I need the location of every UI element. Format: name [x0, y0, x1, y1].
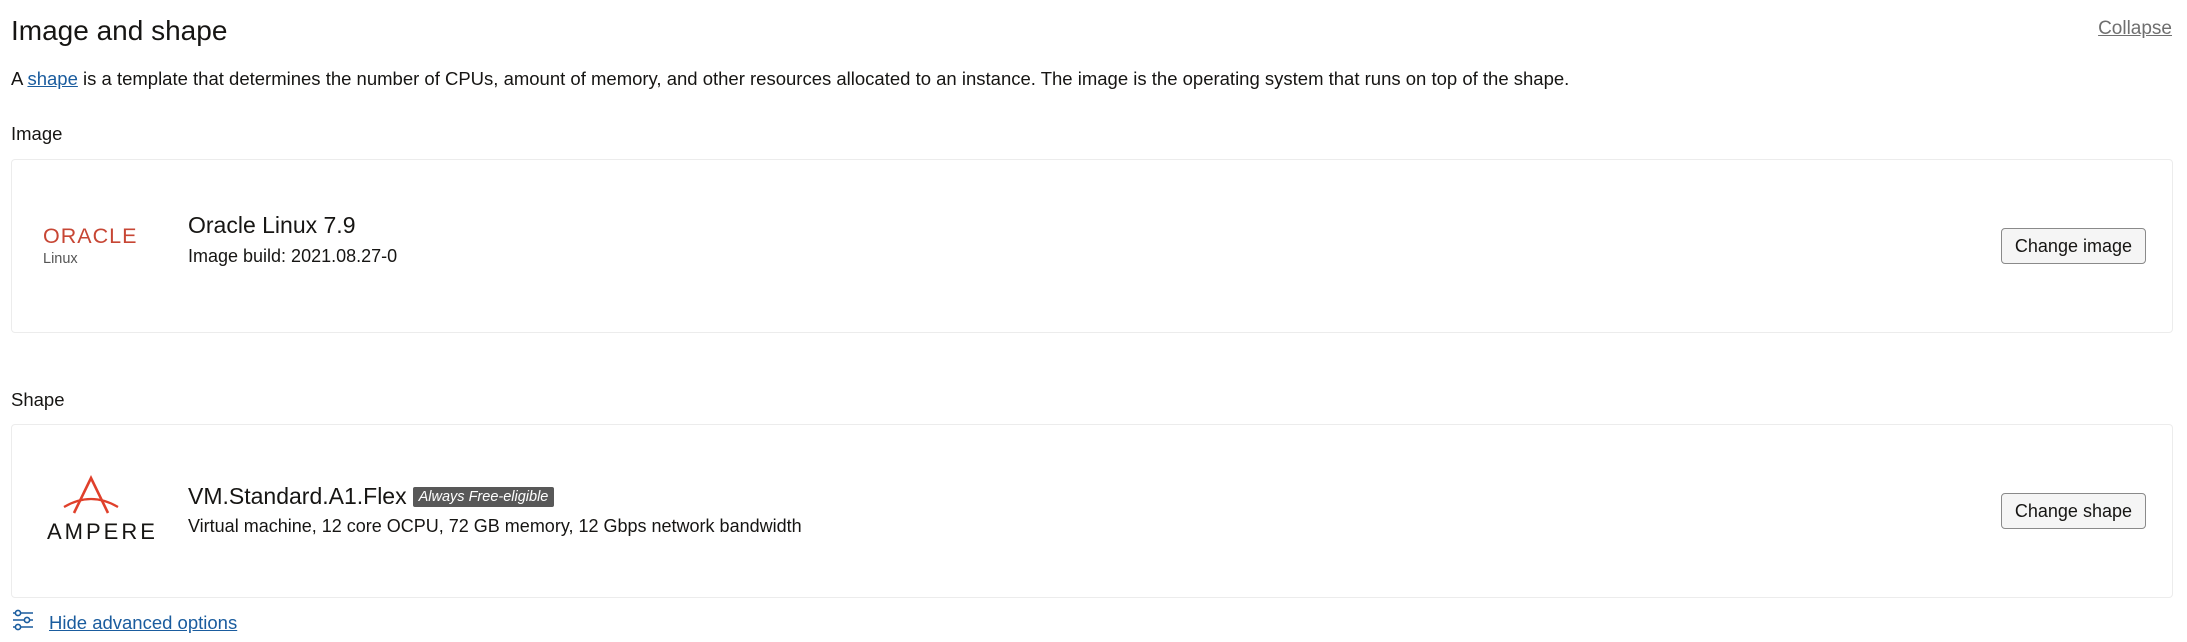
section-description: A shape is a template that determines th…	[11, 67, 1569, 91]
description-suffix: is a template that determines the number…	[77, 68, 1570, 89]
collapse-link[interactable]: Collapse	[2098, 18, 2172, 40]
change-shape-button[interactable]: Change shape	[2000, 493, 2146, 529]
ampere-logo-text: AMPERE	[47, 519, 158, 544]
hide-advanced-options-link[interactable]: Hide advanced options	[11, 608, 237, 637]
shape-name-row: VM.Standard.A1.Flex Always Free-eligible	[188, 483, 555, 510]
oracle-logo-text: ORACLE	[43, 224, 137, 248]
description-prefix: A	[11, 68, 28, 89]
oracle-logo-subtext: Linux	[43, 251, 78, 267]
shape-help-link[interactable]: shape	[27, 68, 77, 89]
shape-details: Virtual machine, 12 core OCPU, 72 GB mem…	[188, 516, 802, 536]
change-image-button[interactable]: Change image	[2000, 228, 2146, 264]
ampere-logo: AMPERE	[47, 475, 177, 550]
oracle-linux-logo: ORACLE Linux	[42, 224, 162, 275]
sliders-icon	[11, 608, 35, 637]
image-card: ORACLE Linux Oracle Linux 7.9 Image buil…	[11, 159, 2173, 333]
shape-label: Shape	[11, 389, 65, 410]
image-name: Oracle Linux 7.9	[188, 212, 356, 238]
image-label: Image	[11, 123, 63, 144]
image-build: Image build: 2021.08.27-0	[188, 246, 398, 266]
section-title: Image and shape	[11, 15, 228, 46]
always-free-badge: Always Free-eligible	[412, 487, 555, 507]
shape-name: VM.Standard.A1.Flex	[188, 483, 407, 509]
hide-advanced-options-label[interactable]: Hide advanced options	[49, 612, 237, 634]
shape-card: AMPERE VM.Standard.A1.Flex Always Free-el…	[11, 424, 2173, 598]
